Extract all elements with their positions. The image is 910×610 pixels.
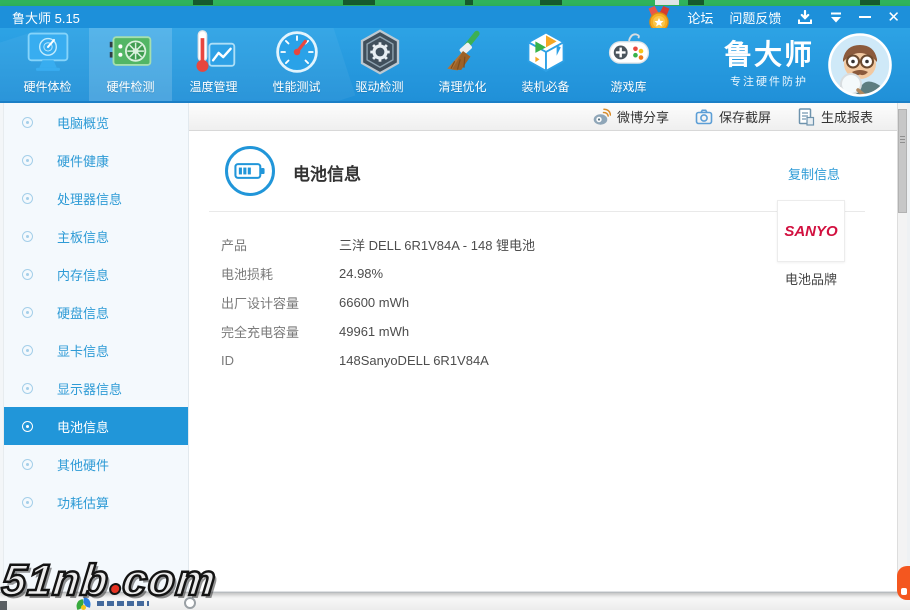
sidebar-item-gpu-info[interactable]: 显卡信息 <box>4 331 188 369</box>
sidebar-item-other-hardware[interactable]: 其他硬件 <box>4 445 188 483</box>
detail-row-design-capacity: 出厂设计容量 66600 mWh <box>221 295 410 311</box>
nav-label: 装机必备 <box>521 80 570 94</box>
nav-label: 温度管理 <box>189 80 238 94</box>
nav-hardware-checkup[interactable]: 硬件体检 <box>6 28 89 101</box>
radio-bullet-icon <box>22 268 33 280</box>
radio-bullet-icon <box>22 306 33 318</box>
radio-bullet-icon <box>22 496 33 508</box>
nav-build-essentials[interactable]: 装机必备 <box>504 28 587 101</box>
sidebar-item-power-estimate[interactable]: 功耗估算 <box>4 483 188 521</box>
nav-label: 性能测试 <box>272 80 321 94</box>
cube-box-icon <box>527 31 564 72</box>
nav-label: 游戏库 <box>610 80 647 94</box>
page-title: 电池信息 <box>293 165 361 184</box>
battery-brand-card: SANYO <box>777 200 845 262</box>
radio-bullet-icon <box>22 420 33 432</box>
radio-bullet-icon <box>22 154 33 166</box>
detail-row-full-charge-capacity: 完全充电容量 49961 mWh <box>221 324 410 340</box>
copy-info-link[interactable]: 复制信息 <box>788 164 840 183</box>
generate-report-button[interactable]: 生成报表 <box>797 107 873 126</box>
nav-label: 硬件检测 <box>106 80 155 94</box>
watermark-dot <box>108 583 122 595</box>
battery-brand-caption: 电池品牌 <box>784 272 837 287</box>
forum-link[interactable]: 论坛 <box>687 8 713 27</box>
camera-icon <box>695 109 713 124</box>
window-body: 电脑概览 硬件健康 处理器信息 主板信息 内存信息 硬盘信息 显卡信息 显示器信… <box>0 103 910 591</box>
save-screenshot-button[interactable]: 保存截屏 <box>695 107 771 126</box>
51nb-watermark: 51nb com <box>0 555 220 607</box>
screen: 鲁大师 5.15 论坛 问题反馈 ✕ 硬件体检 硬件检测 温度管理 性能测试 驱… <box>0 0 910 610</box>
radio-bullet-icon <box>22 382 33 394</box>
sidebar-item-cpu-info[interactable]: 处理器信息 <box>4 179 188 217</box>
minimize-button[interactable] <box>859 16 872 18</box>
gear-hexagon-icon <box>360 29 399 75</box>
thermometer-chart-icon <box>195 30 235 72</box>
close-button[interactable]: ✕ <box>887 10 900 25</box>
download-icon[interactable] <box>797 9 813 25</box>
nav-label: 硬件体检 <box>23 80 72 94</box>
main-nav: 硬件体检 硬件检测 温度管理 性能测试 驱动检测 清理优化 装机必备 游戏库 鲁… <box>0 28 910 103</box>
content-toolbar: 微博分享 保存截屏 生成报表 <box>189 103 897 131</box>
battery-icon <box>225 146 275 196</box>
gamepad-icon <box>608 33 649 64</box>
brand-name: 鲁大师 <box>723 38 814 70</box>
weibo-share-button[interactable]: 微博分享 <box>593 107 669 126</box>
nav-benchmark[interactable]: 性能测试 <box>255 28 338 101</box>
sidebar-item-battery-info[interactable]: 电池信息 <box>4 407 188 445</box>
weibo-icon <box>593 108 611 125</box>
app-window: 鲁大师 5.15 论坛 问题反馈 ✕ 硬件体检 硬件检测 温度管理 性能测试 驱… <box>0 6 910 593</box>
sidebar-item-computer-overview[interactable]: 电脑概览 <box>4 103 188 141</box>
sanyo-logo: SANYO <box>784 222 838 240</box>
gpu-card-icon <box>109 36 151 66</box>
floating-widget-fragment[interactable] <box>897 566 910 600</box>
radio-bullet-icon <box>22 458 33 470</box>
brand-slogan: 专注硬件防护 <box>729 76 808 89</box>
nav-label: 驱动检测 <box>355 80 404 94</box>
sidebar-item-memory-info[interactable]: 内存信息 <box>4 255 188 293</box>
mascot-avatar[interactable] <box>828 32 892 97</box>
collapse-menu-icon[interactable] <box>829 11 843 24</box>
scrollbar-thumb[interactable] <box>898 109 907 213</box>
detail-row-id: ID 148SanyoDELL 6R1V84A <box>221 353 489 368</box>
broom-icon <box>446 30 480 71</box>
report-document-icon <box>798 107 815 126</box>
content-panel: 微博分享 保存截屏 生成报表 电池信息 复制信息 产品 三洋 DELL 6R1V… <box>189 103 897 591</box>
sidebar: 电脑概览 硬件健康 处理器信息 主板信息 内存信息 硬盘信息 显卡信息 显示器信… <box>4 103 189 591</box>
sidebar-item-motherboard-info[interactable]: 主板信息 <box>4 217 188 255</box>
nav-label: 清理优化 <box>438 80 487 94</box>
sidebar-item-monitor-info[interactable]: 显示器信息 <box>4 369 188 407</box>
window-title: 鲁大师 5.15 <box>12 10 80 26</box>
vertical-scrollbar[interactable] <box>897 103 907 591</box>
sidebar-item-disk-info[interactable]: 硬盘信息 <box>4 293 188 331</box>
speedometer-icon <box>275 31 318 73</box>
brand-cluster: 鲁大师 专注硬件防护 <box>724 28 910 101</box>
radio-bullet-icon <box>22 230 33 242</box>
nav-temperature[interactable]: 温度管理 <box>172 28 255 101</box>
nav-game-library[interactable]: 游戏库 <box>587 28 670 101</box>
titlebar: 鲁大师 5.15 论坛 问题反馈 ✕ <box>0 6 910 32</box>
feedback-link[interactable]: 问题反馈 <box>729 8 781 27</box>
radio-bullet-icon <box>22 116 33 128</box>
monitor-radar-icon <box>27 32 68 71</box>
page-header: 电池信息 复制信息 <box>189 131 897 211</box>
radio-bullet-icon <box>22 192 33 204</box>
nav-driver-detect[interactable]: 驱动检测 <box>338 28 421 101</box>
nav-cleanup[interactable]: 清理优化 <box>421 28 504 101</box>
nav-hardware-detect[interactable]: 硬件检测 <box>89 28 172 101</box>
radio-bullet-icon <box>22 344 33 356</box>
sidebar-item-hardware-health[interactable]: 硬件健康 <box>4 141 188 179</box>
